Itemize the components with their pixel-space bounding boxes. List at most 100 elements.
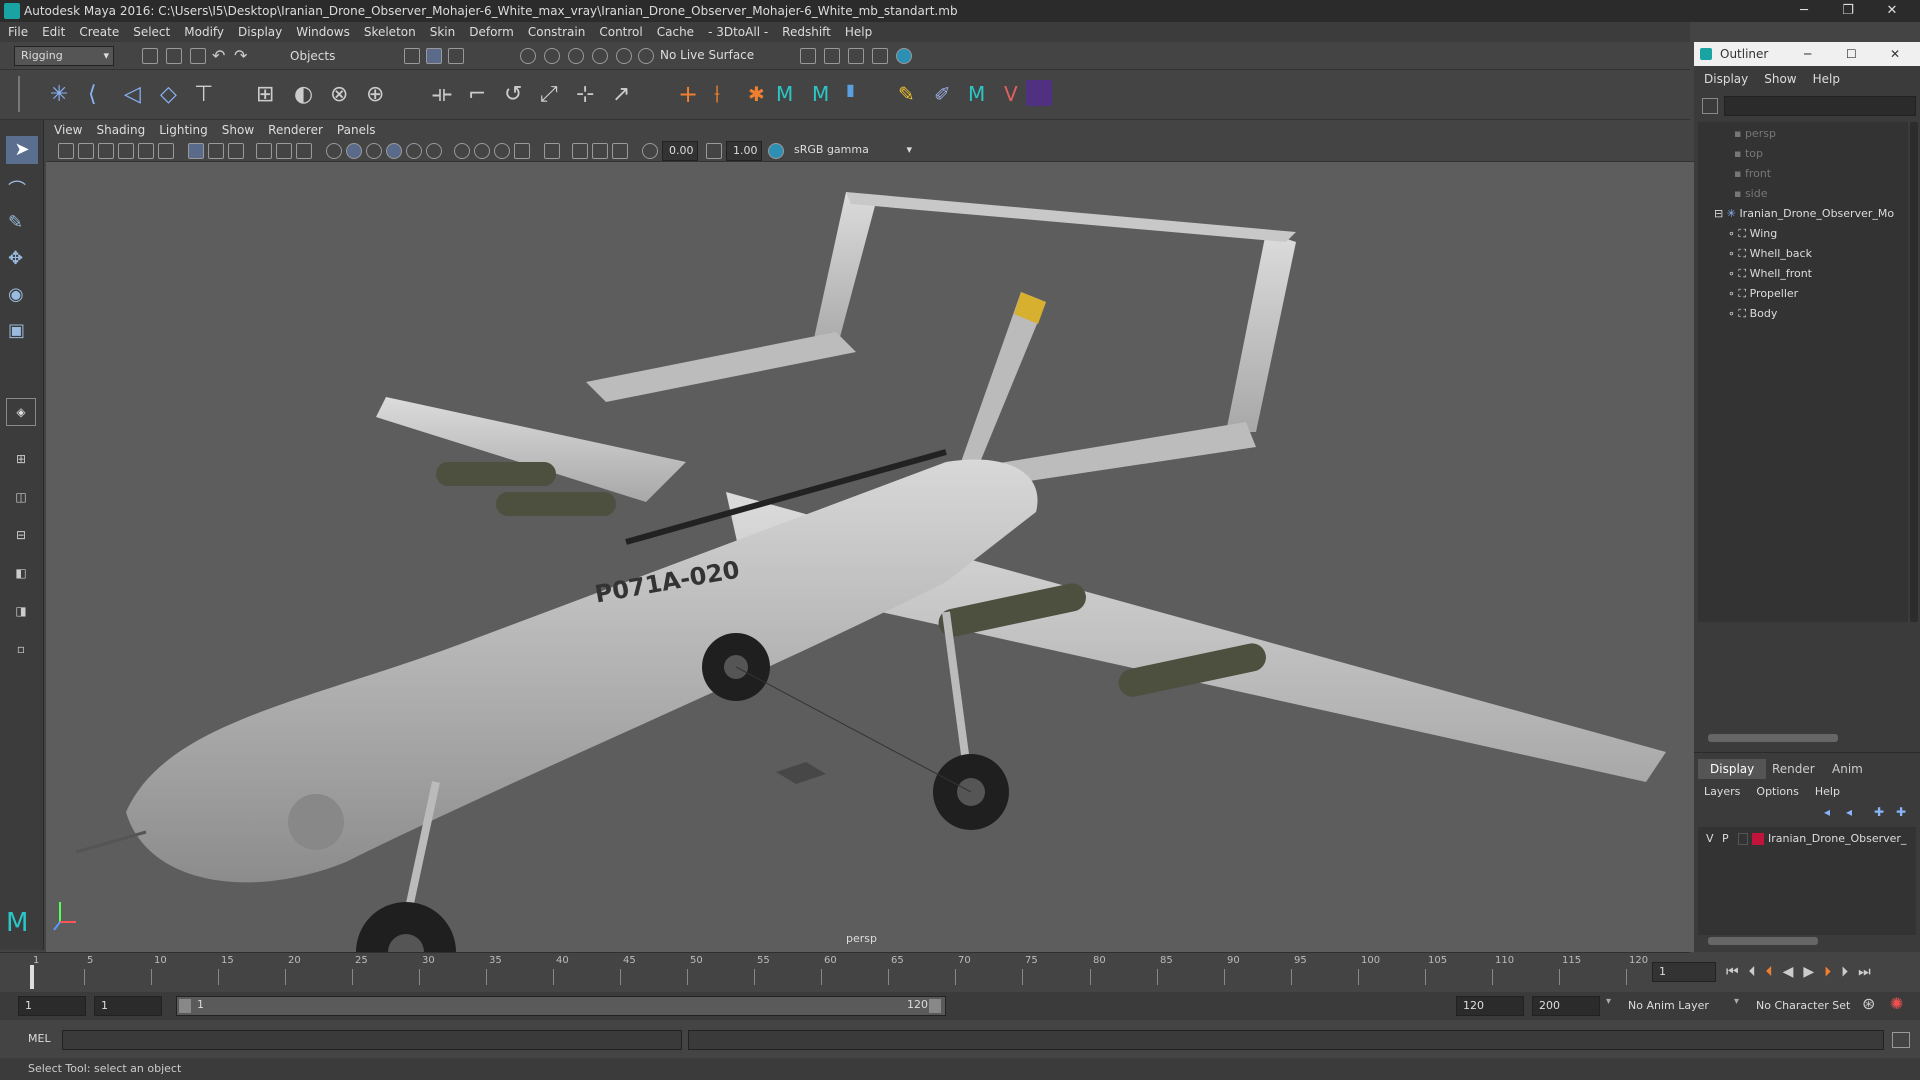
ipr-render-icon[interactable] xyxy=(848,48,864,64)
menu-redshift[interactable]: Redshift xyxy=(782,25,831,39)
anim-layer-dropdown[interactable]: No Anim Layer xyxy=(1620,996,1740,1016)
tab-display[interactable]: Display xyxy=(1698,759,1767,779)
constrain-scale-icon[interactable]: ⤢ xyxy=(540,82,558,107)
vp-menu-panels[interactable]: Panels xyxy=(337,123,376,137)
close-icon[interactable]: ✕ xyxy=(1890,42,1900,66)
tab-render[interactable]: Render xyxy=(1760,759,1827,779)
locator-aim-icon[interactable]: ⟊ xyxy=(714,80,720,108)
wireframe-on-shaded-icon[interactable] xyxy=(366,143,382,159)
playback-range-bar[interactable]: 1 120 xyxy=(176,996,946,1016)
grease-pencil-icon[interactable] xyxy=(158,143,174,159)
vp-menu-shading[interactable]: Shading xyxy=(96,123,145,137)
hypershade-icon[interactable] xyxy=(896,48,912,64)
field-chart-icon[interactable] xyxy=(276,143,292,159)
anim-prefs-icon[interactable]: ✺ xyxy=(1890,994,1903,1013)
film-gate-icon[interactable] xyxy=(208,143,224,159)
layer-menu-help[interactable]: Help xyxy=(1815,785,1840,798)
top-bottom-icon[interactable]: ⊟ xyxy=(6,522,36,550)
constrain-parent-icon[interactable]: ⊹ xyxy=(576,82,594,107)
undo-icon[interactable]: ↶ xyxy=(212,46,225,65)
gamma-icon[interactable] xyxy=(706,143,722,159)
gamma-field[interactable]: 1.00 xyxy=(726,141,762,161)
image-plane-icon[interactable] xyxy=(118,143,134,159)
step-forward-frame-icon[interactable]: ⏵ xyxy=(1824,964,1831,980)
menu-3dtoall[interactable]: - 3DtoAll - xyxy=(708,25,768,39)
vp-menu-view[interactable]: View xyxy=(54,123,82,137)
character-set-dropdown[interactable]: No Character Set xyxy=(1748,996,1868,1016)
tree-item-root[interactable]: ⊟ ✳ Iranian_Drone_Observer_Mo xyxy=(1714,204,1894,224)
menu-edit[interactable]: Edit xyxy=(42,25,65,39)
go-to-start-icon[interactable]: ⏮ xyxy=(1726,964,1739,980)
layer-visibility-toggle[interactable]: V xyxy=(1706,829,1714,849)
four-view-icon[interactable]: ⊞ xyxy=(6,446,36,474)
xray-active-icon[interactable] xyxy=(592,143,608,159)
viewport-panel[interactable]: View Shading Lighting Show Renderer Pane… xyxy=(46,120,1694,952)
close-icon[interactable]: ✕ xyxy=(1870,0,1914,22)
playback-end-field[interactable]: 120 xyxy=(1456,996,1524,1016)
vp-menu-lighting[interactable]: Lighting xyxy=(159,123,208,137)
menu-create[interactable]: Create xyxy=(79,25,119,39)
bookmark-icon[interactable] xyxy=(98,143,114,159)
outliner-filter-input[interactable] xyxy=(1724,96,1916,116)
lattice-icon[interactable]: ⊗ xyxy=(330,82,348,107)
playback-start-field[interactable]: 1 xyxy=(94,996,162,1016)
tree-item-whell-front[interactable]: ∘ ⛶ Whell_front xyxy=(1728,264,1812,284)
exposure-icon[interactable] xyxy=(642,143,658,159)
range-start-handle[interactable] xyxy=(179,999,191,1013)
tree-item-front[interactable]: ▪ front xyxy=(1734,164,1771,184)
tab-anim[interactable]: Anim xyxy=(1820,759,1875,779)
time-slider[interactable]: 1 5 10 15 20 25 30 35 40 45 50 55 60 65 70 75 80 85 90 95 10… xyxy=(0,952,1690,992)
live-surface-label[interactable]: No Live Surface xyxy=(660,48,754,62)
open-scene-icon[interactable] xyxy=(166,48,182,64)
minimize-icon[interactable]: ─ xyxy=(1804,42,1811,66)
xray-joints-icon[interactable] xyxy=(572,143,588,159)
step-back-key-icon[interactable]: ⏴ xyxy=(1749,964,1756,980)
lasso-tool-icon[interactable]: ⌒ xyxy=(8,176,26,202)
restore-icon[interactable]: ❐ xyxy=(1826,0,1870,22)
redo-icon[interactable]: ↷ xyxy=(234,46,247,65)
lights-icon[interactable] xyxy=(426,143,442,159)
tree-item-persp[interactable]: ▪ persp xyxy=(1734,124,1776,144)
constrain-orient-icon[interactable]: ↺ xyxy=(504,82,522,107)
move-layer-down-icon[interactable]: ◂ xyxy=(1846,805,1852,819)
render-frame-icon[interactable] xyxy=(824,48,840,64)
particle-icon[interactable]: ✱ xyxy=(748,82,765,106)
menu-display[interactable]: Display xyxy=(238,25,282,39)
tree-item-whell-back[interactable]: ∘ ⛶ Whell_back xyxy=(1728,244,1812,264)
range-end-handle[interactable] xyxy=(929,999,941,1013)
select-tool-icon[interactable]: ➤ xyxy=(6,136,38,164)
anti-alias-icon[interactable] xyxy=(514,143,530,159)
tree-item-body[interactable]: ∘ ⛶ Body xyxy=(1728,304,1777,324)
insert-joint-icon[interactable]: ◇ xyxy=(160,82,177,107)
script-language-label[interactable]: MEL xyxy=(28,1032,51,1045)
go-to-end-icon[interactable]: ⏭ xyxy=(1858,964,1871,980)
menu-file[interactable]: File xyxy=(8,25,28,39)
tree-item-propeller[interactable]: ∘ ⛶ Propeller xyxy=(1728,284,1798,304)
exposure-field[interactable]: 0.00 xyxy=(662,141,698,161)
render-settings-icon[interactable] xyxy=(872,48,888,64)
shelf-tabs-icon[interactable] xyxy=(18,76,28,112)
tree-item-side[interactable]: ▪ side xyxy=(1734,184,1768,204)
new-layer-selected-icon[interactable]: ✚ xyxy=(1896,805,1906,819)
selection-mode-dropdown[interactable]: Objects xyxy=(276,46,376,66)
play-backward-icon[interactable]: ◀ xyxy=(1783,964,1794,980)
maya-m-icon[interactable]: M xyxy=(776,82,793,106)
current-time-indicator[interactable] xyxy=(30,965,34,989)
snap-live-icon[interactable] xyxy=(638,48,654,64)
ambient-occlusion-icon[interactable] xyxy=(474,143,490,159)
move-tool-icon[interactable]: ✥ xyxy=(8,248,23,269)
maya-m3-icon[interactable]: M xyxy=(968,82,985,106)
ik-spline-icon[interactable]: ◁ xyxy=(124,82,141,107)
textured-icon[interactable] xyxy=(406,143,422,159)
camera-attr-icon[interactable] xyxy=(78,143,94,159)
mode-dropdown[interactable]: Rigging ▾ xyxy=(14,46,114,66)
layer-playback-toggle[interactable]: P xyxy=(1722,829,1729,849)
safe-action-icon[interactable] xyxy=(296,143,312,159)
outliner-menu-show[interactable]: Show xyxy=(1764,72,1796,90)
colorspace-dropdown[interactable]: sRGB gamma ▾ xyxy=(788,141,916,161)
auto-key-icon[interactable]: ⊛ xyxy=(1862,994,1875,1013)
render-view-icon[interactable] xyxy=(800,48,816,64)
tree-item-wing[interactable]: ∘ ⛶ Wing xyxy=(1728,224,1777,244)
current-frame-field[interactable]: 1 xyxy=(1652,962,1716,982)
rotate-tool-icon[interactable]: ◉ xyxy=(8,284,24,305)
